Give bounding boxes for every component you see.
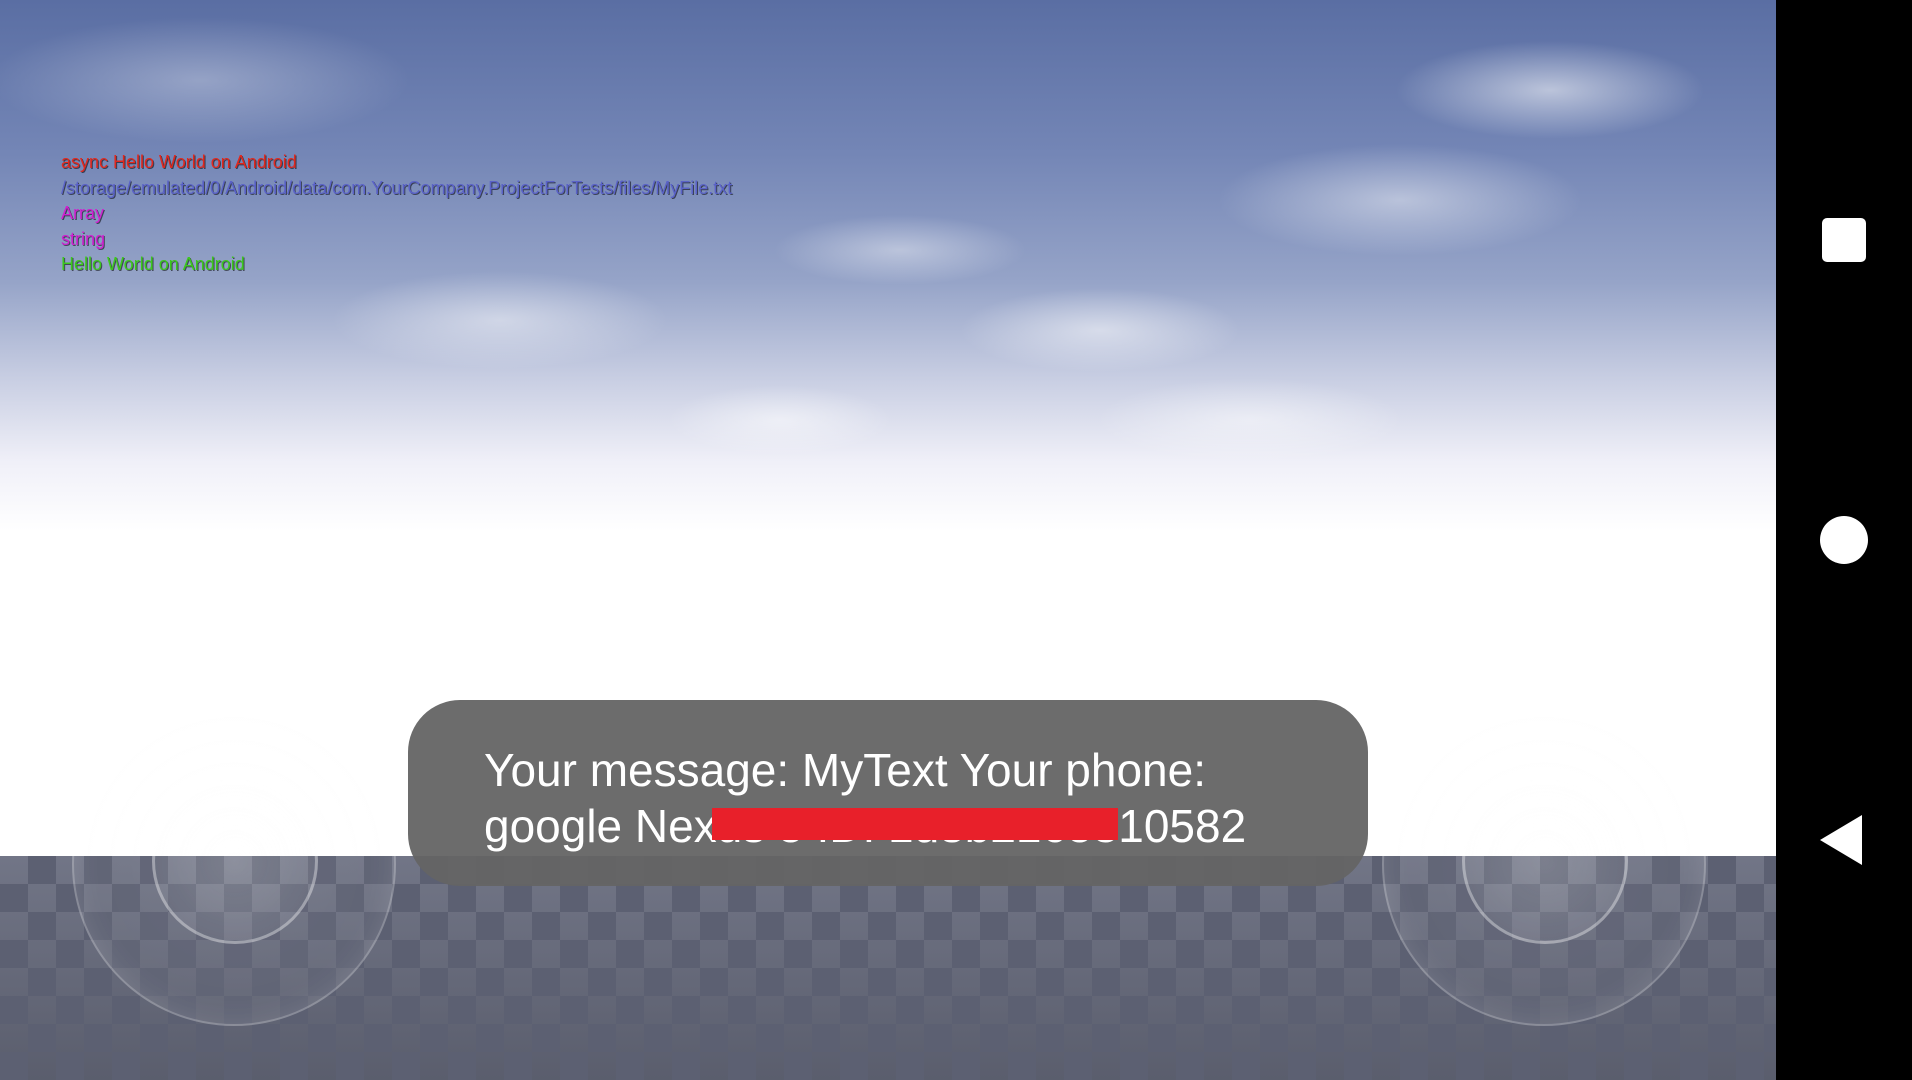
circle-icon [1820,516,1868,564]
square-icon [1822,218,1866,262]
recents-button[interactable] [1776,172,1912,308]
home-button[interactable] [1776,472,1912,608]
log-line: /storage/emulated/0/Android/data/com.You… [61,178,733,198]
left-joystick[interactable] [72,702,396,1026]
back-triangle-icon [1820,815,1862,865]
left-joystick-thumb[interactable] [152,778,318,944]
game-viewport[interactable]: async Hello World on Android /storage/em… [0,0,1776,1080]
log-line: string [61,229,106,249]
log-line: Hello World on Android [61,254,245,274]
android-navigation-bar [1776,0,1912,1080]
log-line: async Hello World on Android [61,152,297,172]
right-joystick[interactable] [1382,702,1706,1026]
back-button[interactable] [1776,772,1912,908]
right-joystick-thumb[interactable] [1462,778,1628,944]
log-line: Array [61,203,105,223]
toast-message: Your message: MyText Your phone: google … [408,700,1368,886]
redaction-bar [712,808,1118,840]
